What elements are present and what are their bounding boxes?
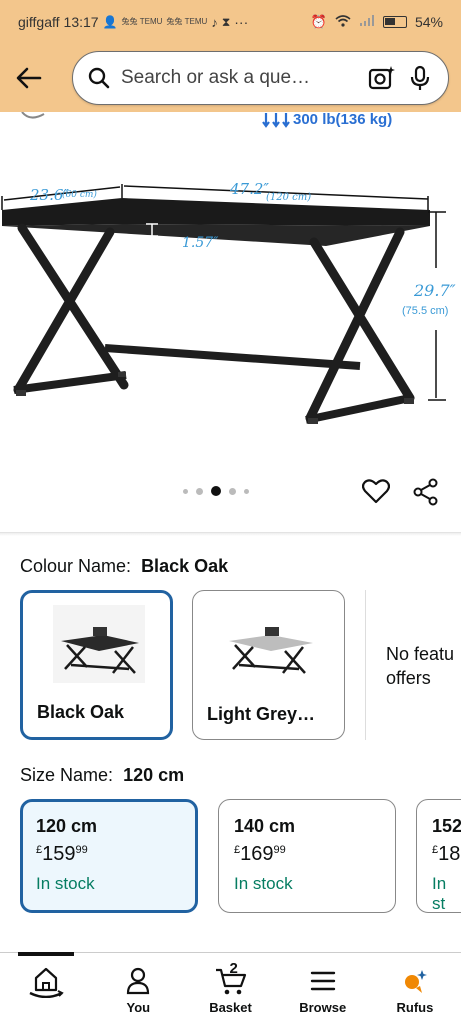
section-divider <box>0 532 461 536</box>
size-option-price: £18 <box>432 843 460 866</box>
size-option-120cm[interactable]: 120 cm £15999 In stock <box>20 799 198 913</box>
pager-dot[interactable] <box>229 487 236 495</box>
wifi-icon <box>335 14 351 30</box>
microphone-icon <box>410 65 430 90</box>
colour-option-label: Black Oak <box>37 702 125 722</box>
light-grey-thumbnail <box>223 603 315 681</box>
size-name-label: Size Name: <box>20 765 114 785</box>
share-button[interactable] <box>412 478 440 511</box>
camera-search-button[interactable] <box>368 64 396 92</box>
colour-option-light-grey[interactable]: Light Grey… <box>192 590 345 740</box>
size-option-name: 140 cm <box>234 816 296 836</box>
product-image[interactable]: 23.6″ (60 cm) 47.2″ (120 cm) 1.57″ 29.7″… <box>0 112 461 532</box>
size-option-152cm[interactable]: 152 £18 In st <box>416 799 461 913</box>
stock-status: In st <box>432 874 447 913</box>
width-dimension: 47.2″ <box>229 180 269 198</box>
heart-icon <box>361 479 391 504</box>
search-box[interactable]: Search or ask a que… <box>72 51 449 105</box>
size-option-140cm[interactable]: 140 cm £16999 In stock <box>218 799 396 913</box>
down-arrows-icon <box>262 112 290 128</box>
nav-label: You <box>126 1000 151 1015</box>
person-icon <box>127 967 150 995</box>
stock-status: In stock <box>234 874 293 893</box>
colour-option-label: Light Grey… <box>207 704 316 724</box>
rufus-icon <box>404 970 427 993</box>
basket-count-badge: 2 <box>229 960 238 977</box>
no-featured-offers-text: No featu offers <box>386 644 455 688</box>
colour-name-label: Colour Name: <box>20 556 132 576</box>
size-option-price: £16999 <box>234 843 380 866</box>
nav-label: Basket <box>209 1000 252 1015</box>
search-input[interactable]: Search or ask a que… <box>121 67 358 89</box>
nav-rufus[interactable]: Rufus <box>369 956 461 1024</box>
temu-notification-1: 兔兔 TEMU <box>121 17 163 26</box>
share-icon <box>413 478 438 506</box>
pager-dot[interactable] <box>244 488 249 494</box>
clock-time: 13:17 <box>63 14 99 30</box>
pager-dot[interactable] <box>196 487 203 495</box>
black-oak-thumbnail <box>53 605 145 683</box>
height-dimension: 29.7″ <box>413 281 456 300</box>
weight-capacity-label: 300 lb(136 kg) <box>293 111 393 128</box>
battery-icon <box>382 16 407 28</box>
colour-name-value: Black Oak <box>141 556 229 576</box>
person-add-icon: 👤 <box>102 15 118 29</box>
signal-icon <box>359 14 375 30</box>
nav-browse[interactable]: Browse <box>277 956 369 1024</box>
camera-sparkle-icon <box>368 66 395 90</box>
size-name-value: 120 cm <box>123 765 185 785</box>
size-option-name: 152 <box>432 816 461 836</box>
thickness-dimension: 1.57″ <box>182 235 219 251</box>
desk-illustration: 23.6″ (60 cm) 47.2″ (120 cm) 1.57″ 29.7″… <box>1 112 456 424</box>
nav-home[interactable] <box>0 956 92 1024</box>
size-name-row: Size Name: 120 cm <box>20 765 184 786</box>
menu-icon <box>310 971 335 991</box>
battery-percent: 54% <box>414 14 443 30</box>
back-button[interactable] <box>12 61 46 95</box>
price-fraction: 99 <box>75 844 88 856</box>
nav-you[interactable]: You <box>92 956 184 1024</box>
alarm-icon: ⏰ <box>310 14 327 29</box>
wishlist-button[interactable] <box>361 478 391 509</box>
price-whole: 159 <box>42 843 76 865</box>
width-dimension-cm: (120 cm) <box>266 192 311 203</box>
stock-status: In stock <box>36 874 95 893</box>
nav-label: Rufus <box>396 1000 434 1015</box>
size-option-name: 120 cm <box>36 816 98 836</box>
home-icon <box>29 967 64 998</box>
pager-dot-active[interactable] <box>211 486 221 496</box>
depth-dimension-cm: (60 cm) <box>62 189 97 200</box>
bottom-navigation: You 2 Basket Browse Rufus <box>0 956 461 1024</box>
colour-option-black-oak[interactable]: Black Oak <box>20 590 173 740</box>
nav-basket[interactable]: 2 Basket <box>184 956 276 1024</box>
more-notifications-icon: ··· <box>234 14 249 30</box>
colour-name-row: Colour Name: Black Oak <box>20 556 228 577</box>
hourglass-icon: ⧗ <box>221 14 231 29</box>
status-bar: giffgaff 13:17 👤 兔兔 TEMU 兔兔 TEMU ♪ ⧗ ···… <box>0 0 461 44</box>
arrow-left-icon <box>16 67 42 89</box>
weight-capacity: 300 lb(136 kg) <box>262 111 392 128</box>
tiktok-icon: ♪ <box>211 14 218 30</box>
voice-search-button[interactable] <box>406 64 434 92</box>
nav-label: Browse <box>299 1000 347 1015</box>
search-icon <box>88 67 110 89</box>
price-whole: 169 <box>240 843 274 865</box>
colour-divider <box>365 590 366 740</box>
temu-notification-2: 兔兔 TEMU <box>166 17 208 26</box>
size-option-price: £15999 <box>36 843 182 866</box>
height-dimension-cm: (75.5 cm) <box>402 305 448 317</box>
search-header: Search or ask a que… <box>0 44 461 112</box>
image-pager[interactable] <box>183 486 249 496</box>
price-whole: 18 <box>438 843 461 865</box>
price-fraction: 99 <box>273 844 286 856</box>
carrier-name: giffgaff <box>18 14 60 30</box>
pager-dot[interactable] <box>183 488 188 494</box>
